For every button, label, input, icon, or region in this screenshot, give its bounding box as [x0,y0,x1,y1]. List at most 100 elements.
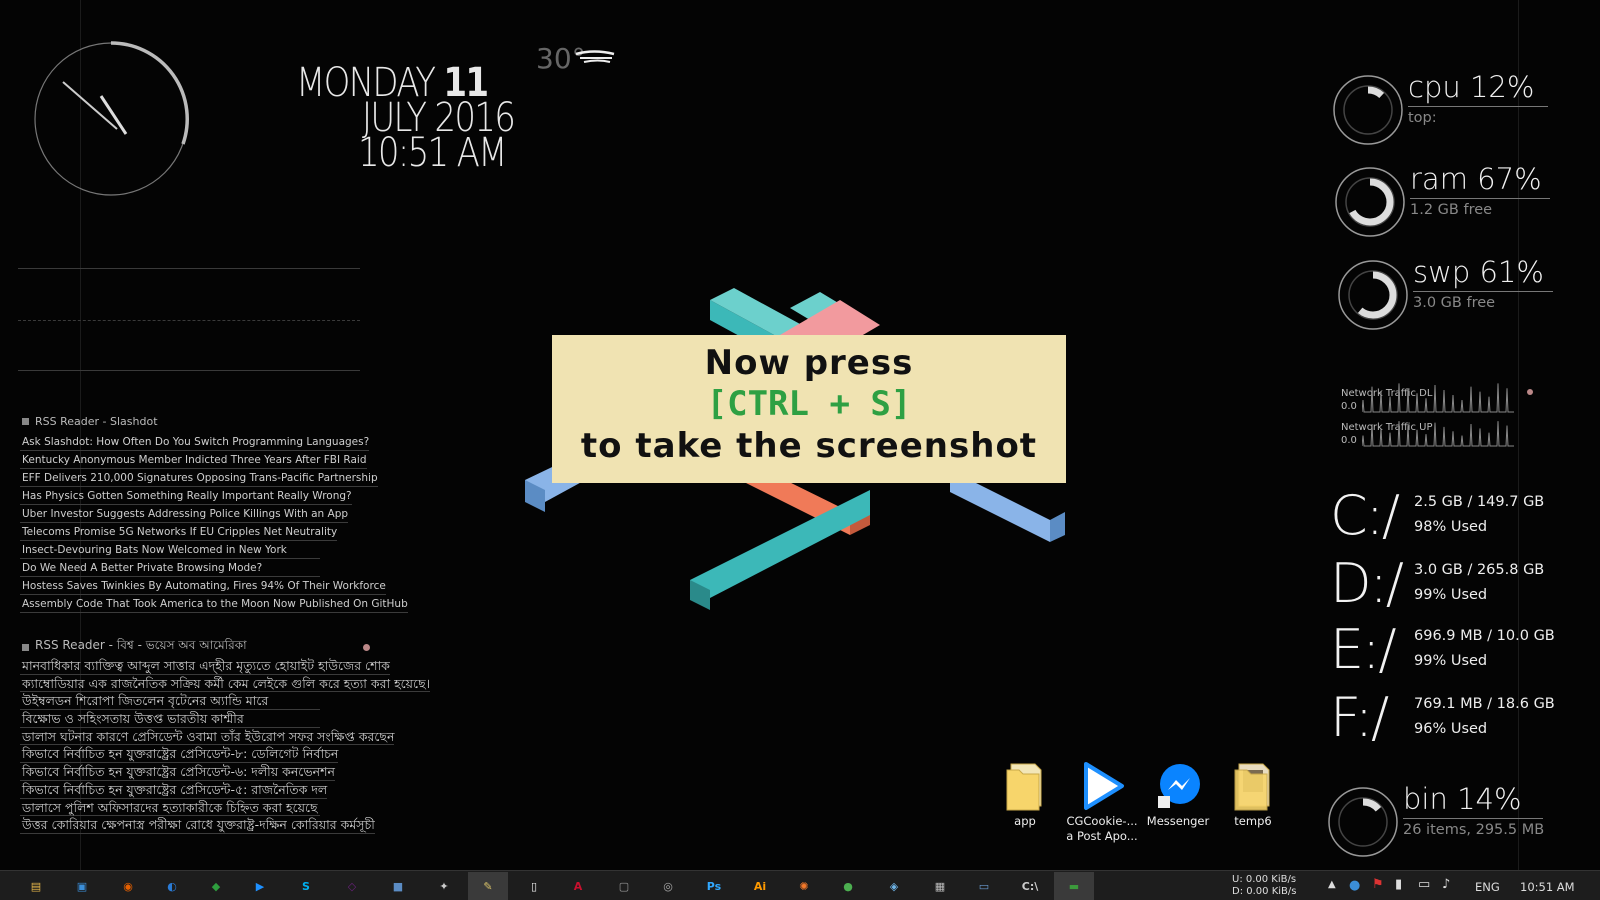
drive-letter: F:/ [1330,686,1389,749]
taskbar-clock[interactable]: 10:51 AM [1520,880,1575,894]
rss-item[interactable]: Telecoms Promise 5G Networks If EU Cripp… [20,523,338,541]
drive-used: 98% Used [1414,519,1488,535]
divider [18,320,360,321]
taskbar-skype-button[interactable]: S [286,872,326,900]
tray-net-up: U: 0.00 KiB/s [1232,874,1297,885]
taskbar-terminal-button[interactable]: C:\ [1010,872,1050,900]
recycle-bin-gauge[interactable]: bin 14% 26 items, 295.5 MB [1327,782,1557,866]
drive-letter: C:/ [1330,484,1400,547]
ram-gauge: ram 67% 1.2 GB free [1334,162,1564,246]
taskbar-photoshop-button[interactable]: Ps [694,872,734,900]
rss-item[interactable]: উইম্বলডন শিরোপা জিতলেন বৃটেনের অ্যান্ডি … [20,692,320,711]
taskbar-green-app-button[interactable]: ◆ [196,872,236,900]
taskbar-firefox-button[interactable]: ◉ [108,872,148,900]
rss-item[interactable]: কিভাবে নির্বাচিত হন যুক্তরাষ্ট্রের প্রেস… [20,745,339,764]
chrome-icon: ● [843,879,853,893]
drive-d: D:/ 3.0 GB / 265.8 GB 99% Used [1330,552,1580,618]
rss-slashdot-title: RSS Reader - Slashdot [35,415,158,428]
desktop-icon-cgcookie[interactable]: CGCookie-... a Post Apo... [1062,760,1142,844]
drive-letter: E:/ [1330,618,1397,681]
bullet-icon [22,643,29,651]
taskbar-file-explorer-button[interactable]: ▤ [16,872,56,900]
rss-item[interactable]: Uber Investor Suggests Addressing Police… [20,505,349,523]
drive-used: 99% Used [1414,587,1488,603]
folder-icon [1229,760,1277,812]
messenger-tray-icon[interactable]: ● [1349,878,1360,893]
network-up-value: 0.0 [1341,435,1357,446]
visual-studio-icon: ◇ [347,879,357,893]
drive-used: 96% Used [1414,721,1488,737]
popup-shortcut: [CTRL + S] [706,384,912,424]
show-hidden-icons-icon[interactable]: ▲ [1328,879,1336,890]
rss-item[interactable]: Kentucky Anonymous Member Indicted Three… [20,451,367,469]
screenshot-instruction-popup: Now press [CTRL + S] to take the screens… [552,335,1066,483]
swap-gauge: swp 61% 3.0 GB free [1337,255,1567,339]
bullet-icon [22,418,29,425]
rss-item[interactable]: কিভাবে নির্বাচিত হন যুক্তরাষ্ট্রের প্রেস… [20,781,328,799]
taskbar-cube-app-button[interactable]: ■ [378,872,418,900]
taskbar-illustrator-button[interactable]: Ai [740,872,780,900]
rss-item[interactable]: EFF Delivers 210,000 Signatures Opposing… [20,469,378,487]
taskbar-blender-button[interactable]: ✺ [784,872,824,900]
rss-item[interactable]: উত্তর কোরিয়ার ক্ষেপনাস্ত্র পরীক্ষা রোধে… [20,816,375,834]
rss-item[interactable]: ডালাসে পুলিশ অফিসারদের হত্যাকারীকে চিহ্ন… [20,799,320,817]
taskbar-acrobat-button[interactable]: A [558,872,598,900]
skype-icon: S [302,879,310,893]
taskbar-notepad-button[interactable]: ✎ [468,872,508,900]
taskbar-visual-studio-button[interactable]: ◇ [332,872,372,900]
language-indicator[interactable]: ENG [1475,880,1500,894]
active-window-icon: ▬ [1068,879,1080,893]
desktop-icon-label: CGCookie-... a Post Apo... [1066,814,1138,843]
taskbar-paint-button[interactable]: ◈ [874,872,914,900]
desktop-icon-label: Messenger [1146,814,1210,828]
rss-item[interactable]: Do We Need A Better Private Browsing Mod… [20,559,320,577]
drive-letter: D:/ [1330,552,1404,615]
desktop-icon-label: app [1014,814,1036,828]
battery-icon[interactable]: ▮ [1395,877,1402,892]
rss-item[interactable]: Has Physics Gotten Something Really Impo… [20,487,352,505]
terminal-icon: C:\ [1021,879,1039,893]
rss-item[interactable]: মানবাধিকার ব্যাক্তিত্ব আব্দুল সাত্তার এদ… [20,657,390,675]
network-icon[interactable]: ▭ [1418,877,1430,892]
rss-item[interactable]: ক্যাম্বোডিয়ার এক রাজনৈতিক সক্রিয় কর্মী… [20,675,431,693]
desktop-icon-messenger[interactable]: Messenger [1138,760,1218,829]
divider [1410,198,1550,199]
desktop[interactable]: MONDAY 11 JULY 2016 10:51 AM 30° RSS Rea… [0,0,1600,870]
swap-sub: 3.0 GB free [1413,295,1496,311]
volume-icon[interactable]: ♪ [1442,877,1450,892]
messenger-icon [1154,760,1202,812]
calculator-icon: ▦ [934,879,946,893]
rss-item[interactable]: Insect-Devouring Bats Now Welcomed in Ne… [20,541,320,559]
taskbar-active-window-button[interactable]: ▬ [1054,872,1094,900]
taskbar-this-pc-button[interactable]: ▣ [62,872,102,900]
bird-app-icon: ✦ [439,879,449,893]
cube-app-icon: ■ [392,879,404,893]
blender-icon: ✺ [799,879,809,893]
paint-icon: ◈ [889,879,899,893]
taskbar-chrome-button[interactable]: ● [828,872,868,900]
security-tray-icon[interactable]: ⚑ [1372,877,1384,892]
taskbar-document-button[interactable]: ▯ [514,872,554,900]
taskbar-window-app-button[interactable]: ▢ [604,872,644,900]
taskbar: ▤ ▣ ◉ ◐ ◆ ▶ S ◇ ■ ✦ ✎ ▯ A ▢ ◎ Ps Ai ✺ ● ◈ ▦ ▭ C:\ ▬ U: 0.00 KiB… [0,870,1600,900]
rss-item[interactable]: কিভাবে নির্বাচিত হন যুক্তরাষ্ট্রের প্রেস… [20,763,335,781]
desktop-icon-app[interactable]: app [985,760,1065,829]
desktop-icon-temp6[interactable]: temp6 [1213,760,1293,829]
rss-item[interactable]: বিক্ষোভ ও সহিংসতায় উত্তপ্ত ভারতীয় কাশ্… [20,710,320,728]
taskbar-media-player-button[interactable]: ▶ [240,872,280,900]
app-blue-circle-icon: ◐ [167,879,177,893]
window-app-icon: ▢ [618,879,630,893]
taskbar-bird-app-button[interactable]: ✦ [424,872,464,900]
firefox-icon: ◉ [123,879,133,893]
taskbar-remote-desktop-button[interactable]: ▭ [964,872,1004,900]
taskbar-eye-app-button[interactable]: ◎ [648,872,688,900]
rss-item[interactable]: Assembly Code That Took America to the M… [20,595,408,613]
rss-item[interactable]: Hostess Saves Twinkies By Automating, Fi… [20,577,386,595]
rss-voa-list: মানবাধিকার ব্যাক্তিত্ব আব্দুল সাত্তার এদ… [20,657,431,834]
network-dl-graph [1362,383,1533,413]
divider [1408,106,1548,107]
taskbar-app-blue-circle-button[interactable]: ◐ [152,872,192,900]
rss-item[interactable]: ডালাস ঘটনার কারণে প্রেসিডেন্ট ওবামা তাঁর… [20,728,395,746]
rss-item[interactable]: Ask Slashdot: How Often Do You Switch Pr… [20,433,370,451]
taskbar-calculator-button[interactable]: ▦ [920,872,960,900]
